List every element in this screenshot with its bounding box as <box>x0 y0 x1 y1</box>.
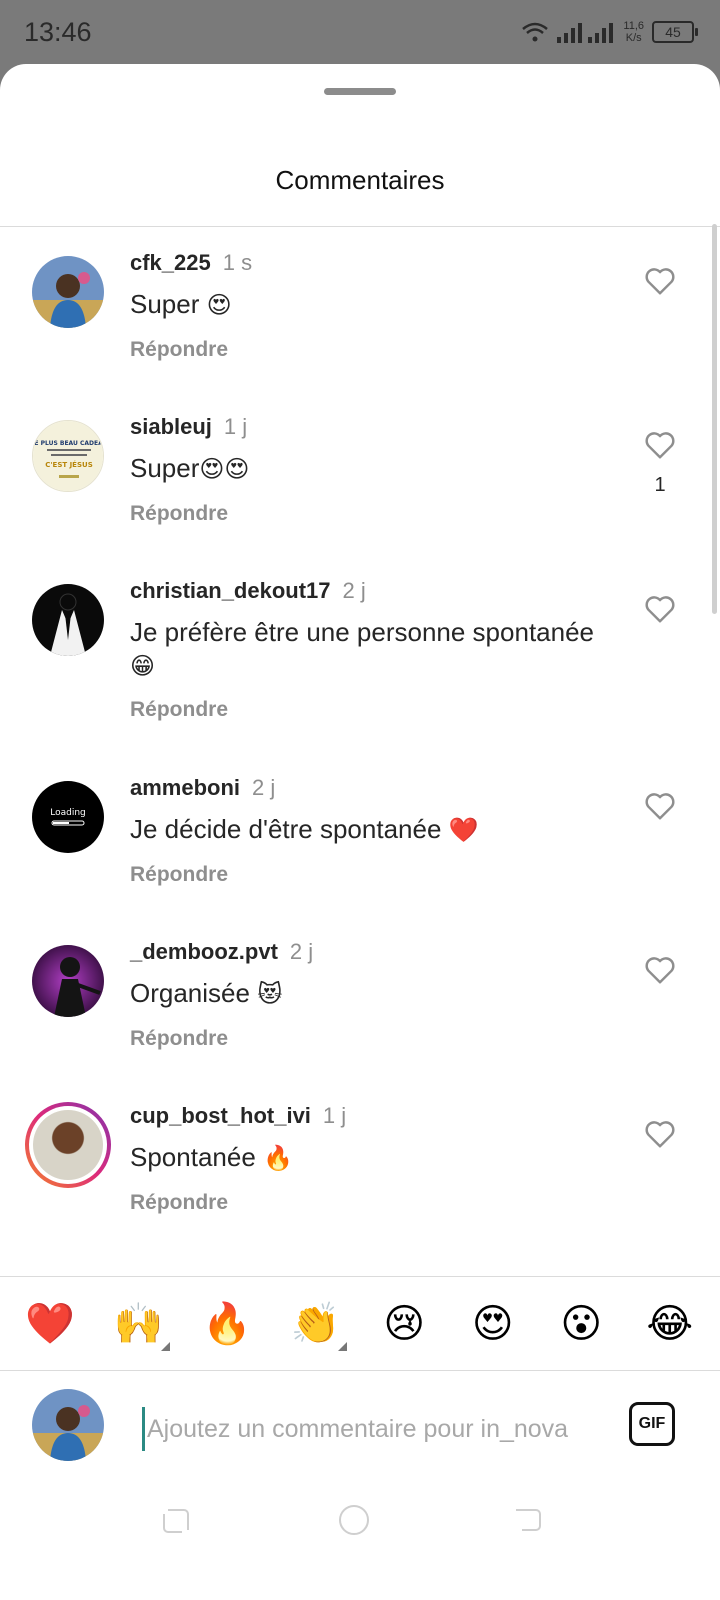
timestamp: 1 j <box>322 1103 347 1128</box>
emoji: 😻 <box>257 980 283 1008</box>
skin-tone-indicator <box>160 1342 170 1351</box>
timestamp: 2 j <box>342 578 366 603</box>
reaction-heart[interactable]: ❤️ <box>15 1300 85 1347</box>
comment-item: _dembooz.pvt 2 j Organisée 😻 Répondre <box>0 915 720 1079</box>
signal-icon <box>557 23 614 43</box>
username[interactable]: ammeboni <box>130 775 240 800</box>
comment-item: christian_dekout17 2 j Je préfère être un… <box>0 554 720 751</box>
comment-meta: christian_dekout17 2 j <box>130 578 366 604</box>
emoji: ❤️ <box>448 816 479 844</box>
svg-text:Loading: Loading <box>50 808 86 818</box>
reply-button[interactable]: Répondre <box>130 698 228 722</box>
emoji: 😍 <box>206 291 232 319</box>
reaction-raised-hands[interactable]: 🙌 <box>104 1300 174 1351</box>
username[interactable]: christian_dekout17 <box>130 578 331 603</box>
gif-button[interactable]: GIF <box>629 1402 675 1446</box>
comment-input[interactable] <box>142 1407 611 1451</box>
emoji: 😁 <box>130 652 156 680</box>
comment-item: cup_bost_hot_ivi 1 j Spontanée 🔥 Répondre <box>0 1079 720 1243</box>
comment-text: Je préfère être une personne spontanée 😁 <box>130 617 595 680</box>
sheet-title: Commentaires <box>275 165 445 195</box>
reaction-laughing[interactable]: 😂 <box>635 1301 705 1347</box>
battery-icon: 45 <box>652 21 698 43</box>
comment-text: Super😍😍 <box>130 453 250 483</box>
reaction-surprised[interactable]: 😮 <box>546 1301 616 1347</box>
heart-icon[interactable] <box>643 955 677 985</box>
heart-icon[interactable] <box>643 266 677 296</box>
timestamp: 2 j <box>289 939 314 964</box>
reaction-fire[interactable]: 🔥 <box>192 1300 262 1347</box>
avatar <box>33 1110 103 1180</box>
heart-icon[interactable] <box>643 791 677 821</box>
current-user-avatar <box>32 1389 104 1461</box>
comment-item: Loading ammeboni 2 j Je décide d'être spo… <box>0 751 720 915</box>
comment-list: cfk_225 1 s Super 😍 Répondre LE PLUS BEAU… <box>0 226 720 1243</box>
home-icon[interactable] <box>338 1504 370 1536</box>
recent-apps-icon[interactable] <box>160 1504 192 1536</box>
status-time: 13:46 <box>24 17 92 47</box>
reaction-clap[interactable]: 👏 <box>281 1300 351 1351</box>
comment-item: LE PLUS BEAU CADEAU C'EST JÉSUS siableuj… <box>0 390 720 554</box>
heart-icon[interactable] <box>643 594 677 624</box>
like-count: 1 <box>654 474 666 496</box>
svg-text:C'EST JÉSUS: C'EST JÉSUS <box>45 460 92 469</box>
avatar[interactable] <box>32 584 104 656</box>
wifi-icon <box>522 22 549 42</box>
comment-item: cfk_225 1 s Super 😍 Répondre <box>0 226 720 390</box>
heart-icon[interactable] <box>643 1119 677 1149</box>
reaction-heart-eyes[interactable]: 😍 <box>458 1301 528 1347</box>
comment-text: Je décide d'être spontanée ❤️ <box>130 814 479 844</box>
back-icon[interactable] <box>512 1504 544 1536</box>
avatar[interactable] <box>32 256 104 328</box>
quick-reactions-bar: ❤️ 🙌 🔥 👏 😢 😍 😮 😂 <box>0 1276 720 1371</box>
avatar[interactable]: Loading <box>32 781 104 853</box>
avatar-story-ring[interactable] <box>25 1102 111 1188</box>
drag-handle[interactable] <box>324 88 396 95</box>
emoji: 🔥 <box>263 1144 293 1172</box>
comment-meta: ammeboni 2 j <box>130 775 275 801</box>
status-bar: 13:46 11,6 K/s 45 <box>0 0 720 64</box>
comment-text: Organisée 😻 <box>130 978 283 1008</box>
avatar[interactable] <box>32 945 104 1017</box>
username[interactable]: siableuj <box>130 414 212 439</box>
comment-composer: GIF <box>0 1372 720 1482</box>
network-speed: 11,6 K/s <box>623 20 644 44</box>
timestamp: 1 s <box>222 250 253 275</box>
username[interactable]: cfk_225 <box>130 250 211 275</box>
timestamp: 2 j <box>252 775 276 800</box>
comment-text: Super 😍 <box>130 289 232 319</box>
comment-text: Spontanée 🔥 <box>130 1142 293 1172</box>
username[interactable]: cup_bost_hot_ivi <box>130 1103 311 1128</box>
avatar[interactable]: LE PLUS BEAU CADEAU C'EST JÉSUS <box>32 420 104 492</box>
reply-button[interactable]: Répondre <box>130 502 228 526</box>
status-icons: 11,6 K/s 45 <box>521 16 698 48</box>
comment-meta: _dembooz.pvt 2 j <box>130 939 313 965</box>
reply-button[interactable]: Répondre <box>130 338 228 362</box>
comment-meta: cfk_225 1 s <box>130 250 252 276</box>
timestamp: 1 j <box>223 414 248 439</box>
reply-button[interactable]: Répondre <box>130 1027 228 1051</box>
emoji: 😍😍 <box>199 455 250 483</box>
reply-button[interactable]: Répondre <box>130 863 228 887</box>
skin-tone-indicator <box>337 1342 347 1351</box>
reply-button[interactable]: Répondre <box>130 1191 228 1215</box>
comment-meta: siableuj 1 j <box>130 414 247 440</box>
reaction-crying[interactable]: 😢 <box>369 1301 439 1347</box>
username[interactable]: _dembooz.pvt <box>130 939 278 964</box>
comment-meta: cup_bost_hot_ivi 1 j <box>130 1103 346 1129</box>
svg-text:LE PLUS BEAU CADEAU: LE PLUS BEAU CADEAU <box>33 440 104 447</box>
heart-icon[interactable] <box>643 430 677 460</box>
system-nav-bar <box>0 1490 720 1550</box>
